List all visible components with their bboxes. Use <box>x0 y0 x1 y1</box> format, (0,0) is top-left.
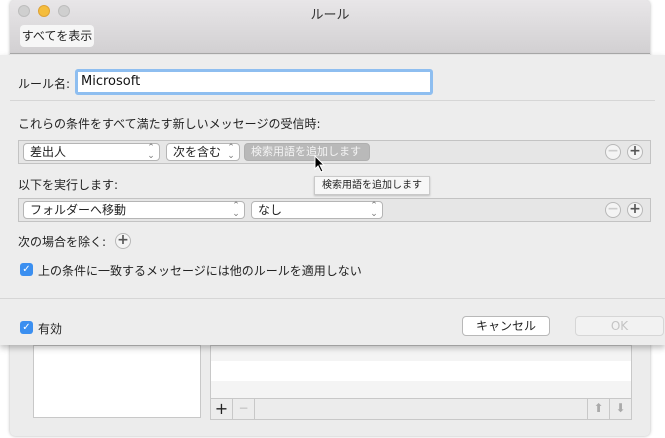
add-action-button[interactable]: + <box>627 202 643 218</box>
move-up-button[interactable]: ⬆ <box>587 399 609 419</box>
rule-name-input[interactable]: Microsoft <box>75 69 433 95</box>
remove-condition-button[interactable]: − <box>605 144 621 160</box>
stop-rules-checkbox[interactable]: ✓ <box>20 263 33 276</box>
rules-list[interactable]: + − ⬆ ⬇ <box>210 345 632 420</box>
rule-name-label: ルール名: <box>18 77 71 91</box>
remove-rule-button[interactable]: − <box>233 399 255 419</box>
updown-icon: ⌃ ⌄ <box>232 201 240 219</box>
add-condition-button[interactable]: + <box>627 144 643 160</box>
mouse-cursor-icon <box>314 155 326 173</box>
actions-label: 以下を実行します: <box>18 178 119 192</box>
condition-field-popup[interactable]: 差出人 ⌃ ⌄ <box>23 143 160 161</box>
tooltip: 検索用語を追加します <box>314 176 430 195</box>
condition-operator-value: 次を含む <box>173 145 222 159</box>
condition-row: 差出人 ⌃ ⌄ 次を含む ⌃ ⌄ 検索用語を追加します − + <box>18 140 651 164</box>
condition-field-value: 差出人 <box>30 145 67 159</box>
rule-editor-sheet: ルール名: Microsoft これらの条件をすべて満たす新しいメッセージの受信… <box>0 55 665 345</box>
window-title: ルール <box>310 8 350 23</box>
condition-operator-popup[interactable]: 次を含む ⌃ ⌄ <box>166 143 240 161</box>
divider <box>0 298 665 299</box>
updown-icon: ⌃ ⌄ <box>147 143 155 161</box>
updown-icon: ⌃ ⌄ <box>227 143 235 161</box>
action-popup[interactable]: フォルダーへ移動 ⌃ ⌄ <box>23 201 245 219</box>
remove-action-button[interactable]: − <box>605 202 621 218</box>
move-down-button[interactable]: ⬇ <box>609 399 631 419</box>
search-term-field[interactable]: 検索用語を追加します <box>244 143 370 161</box>
title-bar: ルール すべてを表示 <box>10 0 650 54</box>
show-all-button[interactable]: すべてを表示 <box>20 25 94 47</box>
add-exception-button[interactable]: + <box>115 233 131 249</box>
conditions-label: これらの条件をすべて満たす新しいメッセージの受信時: <box>18 117 321 131</box>
account-list[interactable] <box>33 345 201 418</box>
updown-icon: ⌃ ⌄ <box>370 201 378 219</box>
enabled-label: 有効 <box>38 322 63 336</box>
divider <box>10 100 655 101</box>
cancel-button[interactable]: キャンセル <box>462 316 550 336</box>
stop-rules-label: 上の条件に一致するメッセージには他のルールを適用しない <box>38 264 362 278</box>
action-row: フォルダーへ移動 ⌃ ⌄ なし ⌃ ⌄ − + <box>18 198 651 222</box>
enabled-checkbox[interactable]: ✓ <box>20 321 33 334</box>
action-value: フォルダーへ移動 <box>30 203 127 217</box>
ok-button[interactable]: OK <box>575 316 664 336</box>
folder-value: なし <box>258 203 283 217</box>
exceptions-label: 次の場合を除く: <box>18 235 107 249</box>
add-rule-button[interactable]: + <box>211 399 233 419</box>
folder-popup[interactable]: なし ⌃ ⌄ <box>251 201 383 219</box>
